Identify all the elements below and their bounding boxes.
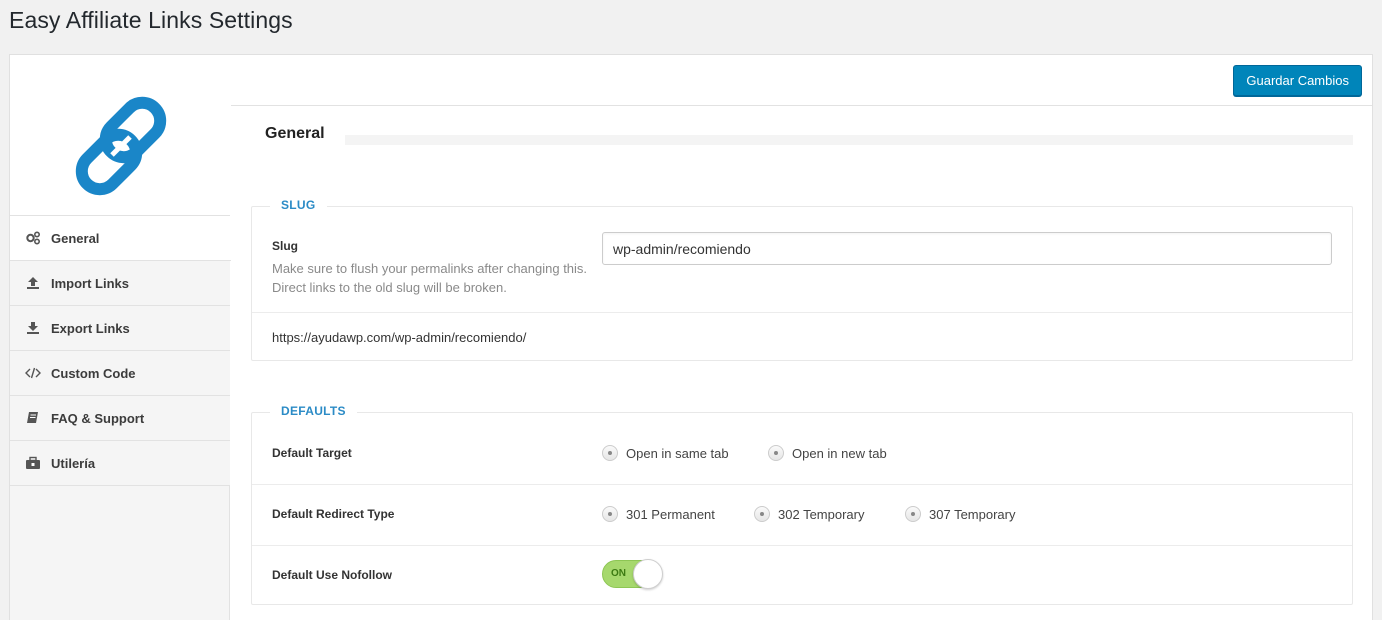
radio-button[interactable] [602, 506, 618, 522]
default-target-row: Default Target Open in same tab Open in … [252, 413, 1352, 485]
slug-row: Slug Make sure to flush your permalinks … [252, 207, 1352, 313]
sidebar-item-label: Custom Code [51, 365, 136, 381]
sidebar-item-faq-support[interactable]: FAQ & Support [10, 396, 230, 441]
top-toolbar: Guardar Cambios [231, 55, 1372, 106]
radio-301-permanent[interactable]: 301 Permanent [602, 506, 715, 522]
default-nofollow-label: Default Use Nofollow [272, 568, 393, 582]
radio-button[interactable] [768, 445, 784, 461]
sidebar-item-label: Export Links [51, 320, 130, 336]
sidebar-item-label: FAQ & Support [51, 410, 145, 426]
sidebar-item-export-links[interactable]: Export Links [10, 306, 230, 351]
sidebar-nav: General Import Links Export Links Custom… [10, 216, 231, 486]
sidebar-item-label: Utilería [51, 455, 96, 471]
radio-302-temporary[interactable]: 302 Temporary [754, 506, 864, 522]
sidebar: General Import Links Export Links Custom… [10, 55, 231, 620]
default-target-label: Default Target [272, 446, 352, 460]
sidebar-item-label: General [51, 230, 100, 246]
toolbox-icon [25, 456, 41, 470]
slug-url: https://ayudawp.com/wp-admin/recomiendo/ [272, 330, 527, 345]
main-content: Guardar Cambios General SLUG Slug Make s… [231, 55, 1372, 620]
radio-open-same-tab[interactable]: Open in same tab [602, 445, 729, 461]
radio-button[interactable] [754, 506, 770, 522]
download-icon [25, 321, 41, 335]
radio-307-temporary[interactable]: 307 Temporary [905, 506, 1015, 522]
defaults-fieldset: DEFAULTS Default Target Open in same tab… [251, 404, 1353, 605]
default-redirect-label: Default Redirect Type [272, 507, 395, 521]
slug-url-row: https://ayudawp.com/wp-admin/recomiendo/ [252, 313, 1352, 361]
sidebar-item-label: Import Links [51, 275, 130, 291]
radio-open-new-tab[interactable]: Open in new tab [768, 445, 887, 461]
toggle-knob[interactable] [633, 559, 663, 589]
page-title: Easy Affiliate Links Settings [9, 7, 293, 33]
sidebar-item-utileria[interactable]: Utilería [10, 441, 230, 486]
sidebar-item-custom-code[interactable]: Custom Code [10, 351, 230, 396]
slug-description: Make sure to flush your permalinks after… [272, 261, 588, 295]
chain-link-icon [75, 96, 167, 196]
radio-label: 302 Temporary [778, 506, 865, 522]
radio-button[interactable] [602, 445, 618, 461]
slug-fieldset: SLUG Slug Make sure to flush your permal… [251, 198, 1353, 361]
settings-panel: General Import Links Export Links Custom… [9, 54, 1373, 620]
section-title: General [265, 125, 325, 142]
slug-label: Slug [272, 239, 298, 253]
gears-icon [25, 231, 41, 245]
sidebar-item-general[interactable]: General [10, 216, 231, 261]
logo-box [10, 55, 230, 216]
radio-button[interactable] [905, 506, 921, 522]
toggle-on-text: ON [611, 568, 626, 579]
radio-label: 307 Temporary [929, 506, 1016, 522]
default-redirect-row: Default Redirect Type 301 Permanent 302 … [252, 485, 1352, 546]
section-title-divider [345, 135, 1353, 145]
radio-label: Open in same tab [626, 445, 729, 461]
code-icon [25, 366, 41, 380]
save-button[interactable]: Guardar Cambios [1233, 65, 1362, 96]
book-icon [25, 411, 41, 425]
upload-icon [25, 276, 41, 290]
radio-label: 301 Permanent [626, 506, 715, 522]
sidebar-item-import-links[interactable]: Import Links [10, 261, 230, 306]
nofollow-toggle[interactable]: ON [602, 559, 663, 589]
slug-input[interactable] [602, 232, 1332, 265]
radio-label: Open in new tab [792, 445, 887, 461]
default-nofollow-row: Default Use Nofollow ON [252, 546, 1352, 604]
